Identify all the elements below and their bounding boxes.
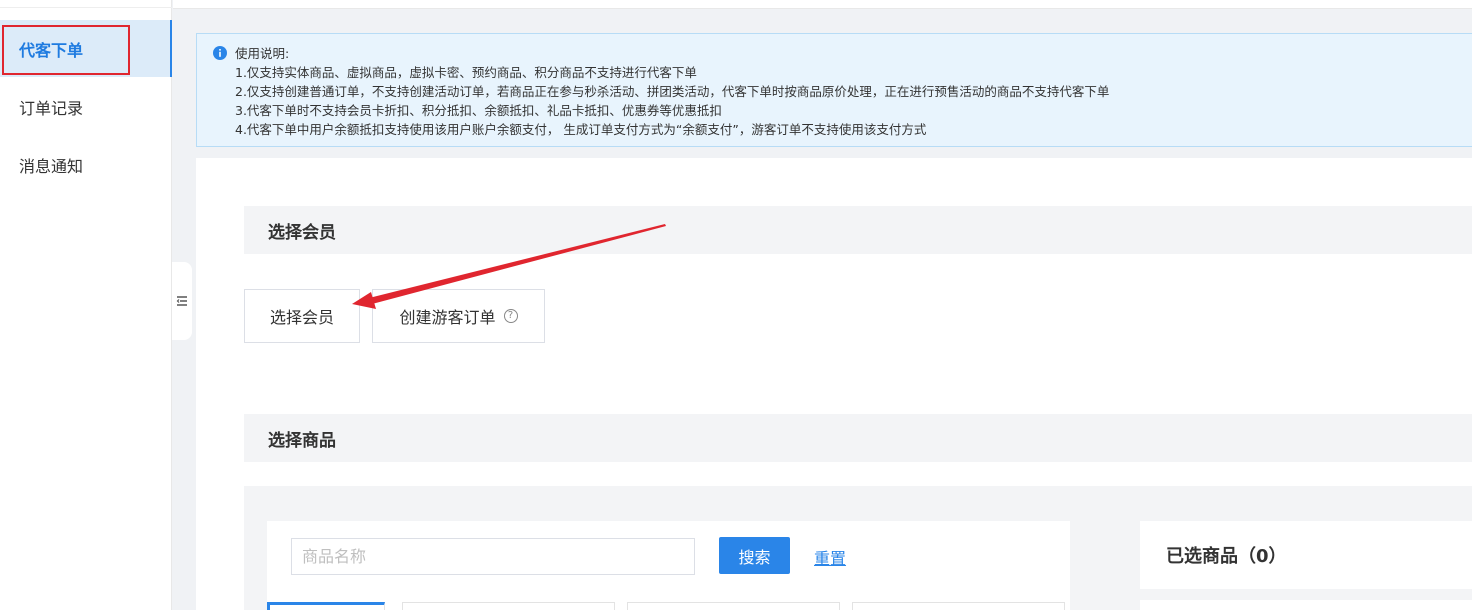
notice-line: 4.代客下单中用户余额抵扣支持使用该用户账户余额支付， 生成订单支付方式为“余额… (235, 122, 927, 137)
sidebar-item-notifications[interactable]: 消息通知 (0, 136, 172, 193)
collapse-menu-icon (176, 295, 188, 307)
goods-tab[interactable] (627, 602, 840, 610)
button-label: 选择会员 (269, 308, 334, 327)
button-label: 创建游客订单 (399, 308, 496, 327)
goods-section-header: 选择商品 (244, 414, 1472, 462)
sidebar-item-order-records[interactable]: 订单记录 (0, 78, 172, 135)
sidebar-top-strip (0, 0, 172, 8)
goods-tab[interactable] (267, 602, 385, 610)
sidebar-item-proxy-order[interactable]: 代客下单 (0, 20, 172, 77)
sidebar-collapse-toggle[interactable] (172, 262, 192, 340)
reset-link[interactable]: 重置 (814, 545, 846, 569)
notice-line: 2.仅支持创建普通订单，不支持创建活动订单，若商品正在参与秒杀活动、拼团类活动，… (235, 84, 1110, 99)
sidebar: 代客下单 订单记录 消息通知 (0, 0, 172, 610)
selected-goods-list (1140, 600, 1472, 610)
usage-notice: 使用说明: 1.仅支持实体商品、虚拟商品，虚拟卡密、预约商品、积分商品不支持进行… (196, 33, 1472, 147)
select-member-button[interactable]: 选择会员 (244, 289, 360, 343)
top-strip (173, 0, 1472, 9)
selected-goods-panel: 已选商品（0） (1140, 521, 1472, 589)
sidebar-item-label: 订单记录 (19, 98, 84, 118)
info-icon (213, 45, 227, 60)
notice-line: 3.代客下单时不支持会员卡折扣、积分抵扣、余额抵扣、礼品卡抵扣、优惠券等优惠抵扣 (235, 103, 722, 118)
page: 代客下单 订单记录 消息通知 使用说明: 1.仅支持实体商品、虚拟商品，虚拟卡密… (0, 0, 1472, 610)
section-title: 选择商品 (268, 430, 336, 451)
goods-tab[interactable] (402, 602, 615, 610)
goods-tab[interactable] (852, 602, 1065, 610)
search-button[interactable]: 搜索 (719, 537, 790, 574)
notice-line: 1.仅支持实体商品、虚拟商品，虚拟卡密、预约商品、积分商品不支持进行代客下单 (235, 65, 697, 80)
notice-title: 使用说明: (235, 46, 290, 61)
sidebar-item-label: 代客下单 (19, 40, 84, 60)
button-label: 搜索 (738, 547, 771, 567)
member-section-header: 选择会员 (244, 206, 1472, 254)
help-icon[interactable]: ? (503, 309, 518, 323)
create-guest-order-button[interactable]: 创建游客订单 ? (372, 289, 545, 343)
sidebar-item-label: 消息通知 (19, 156, 84, 176)
section-title: 选择会员 (268, 222, 336, 243)
selected-goods-title: 已选商品（0） (1166, 546, 1287, 567)
goods-name-search-input[interactable] (291, 538, 695, 575)
